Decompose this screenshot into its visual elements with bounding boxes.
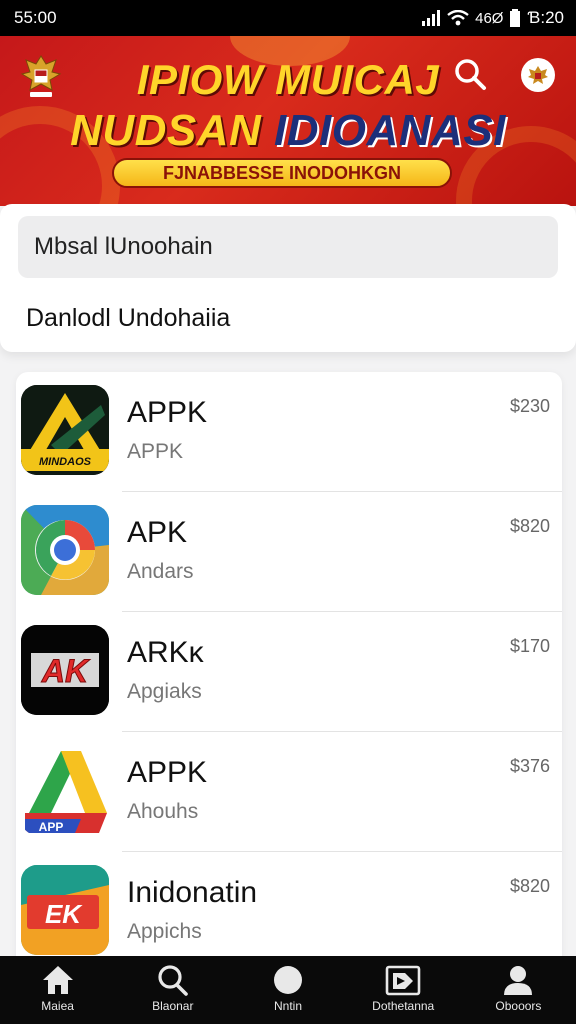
chrome-like-logo-icon	[21, 505, 109, 595]
app-icon-label: APP	[39, 820, 64, 834]
nav-item-home[interactable]: Maiea	[0, 956, 115, 1024]
garuda-badge-icon	[528, 66, 548, 84]
app-subtitle: APPK	[127, 440, 184, 463]
nav-item-center[interactable]: Nntin	[230, 956, 345, 1024]
status-time: 55:00	[14, 8, 57, 27]
app-icon-label: MINDAOS	[39, 456, 92, 468]
app-price: $230	[509, 396, 550, 416]
app-name: APPK	[127, 396, 208, 429]
app-list: MINDAOS APPK APPK $230 APK Andars $820 A…	[16, 372, 562, 962]
status-icons: 46Ø Ɓ:20	[421, 8, 564, 28]
nav-label: Obooors	[495, 999, 542, 1013]
folder-icon	[385, 965, 421, 996]
nav-label: Maiea	[41, 999, 74, 1013]
app-subtitle: Appichs	[127, 920, 202, 943]
search-suggestion[interactable]: Danlodl Undohaiia	[26, 304, 230, 333]
banner-title-part1: NUDSAN	[70, 106, 275, 155]
search-card: Danlodl Undohaiia	[0, 204, 576, 352]
battery-icon	[510, 9, 521, 27]
profile-avatar-button[interactable]	[521, 58, 555, 92]
app-subtitle: Apgiaks	[127, 680, 202, 703]
list-item[interactable]: EK Inidonatin Appichs $820	[16, 852, 562, 962]
list-item[interactable]: AK ARKĸ Apgiaks $170	[16, 612, 562, 732]
nav-item-downloads[interactable]: Dothetanna	[346, 956, 461, 1024]
status-bar: 55:00 46Ø Ɓ:20	[0, 0, 576, 36]
yellow-a-logo-icon: MINDAOS	[21, 385, 109, 475]
nav-label: Blaonar	[152, 999, 194, 1013]
status-clock: Ɓ:20	[527, 8, 564, 27]
home-icon	[42, 966, 73, 994]
header-search-button[interactable]	[452, 56, 488, 92]
colorful-triangle-logo-icon: APP	[21, 745, 109, 835]
profile-icon	[504, 966, 533, 995]
search-icon	[455, 59, 486, 90]
ak-logo-icon: AK	[21, 625, 109, 715]
circle-icon	[274, 966, 302, 994]
nav-item-profile[interactable]: Obooors	[461, 956, 576, 1024]
nav-label: Nntin	[274, 999, 303, 1013]
nav-item-search[interactable]: Blaonar	[115, 956, 230, 1024]
banner-title-part2: IDIOANASI	[274, 106, 506, 155]
app-subtitle: Andars	[127, 560, 194, 583]
hero-banner: IPIOW MUICAJ NUDSAN IDIOANASI FJNABBESSE…	[0, 36, 576, 206]
ek-logo-icon: EK	[21, 865, 109, 955]
bottom-nav: Maiea Blaonar Nntin Dothetanna Obooors	[0, 956, 576, 1024]
app-icon-label: AK	[41, 653, 91, 689]
app-subtitle: Ahouhs	[127, 800, 199, 823]
app-price: $170	[509, 636, 550, 656]
search-input[interactable]	[18, 216, 558, 278]
network-type: 46Ø	[475, 9, 504, 27]
nav-label: Dothetanna	[372, 999, 435, 1013]
app-price: $376	[509, 756, 550, 776]
search-icon	[158, 965, 188, 996]
app-name: Inidonatin	[127, 876, 258, 909]
list-item[interactable]: APP APPK Ahouhs $376	[16, 732, 562, 852]
signal-icon	[422, 10, 441, 26]
list-item[interactable]: MINDAOS APPK APPK $230	[16, 372, 562, 492]
banner-title-line1: IPIOW MUICAJ	[136, 56, 440, 103]
app-name: APK	[127, 516, 188, 549]
banner-ribbon: FJNABBESSE INODOHKGN	[112, 158, 452, 188]
wifi-icon	[447, 10, 469, 26]
app-price: $820	[509, 516, 550, 536]
app-price: $820	[509, 876, 550, 896]
app-name: ARKĸ	[127, 636, 204, 669]
banner-title-line2: NUDSAN IDIOANASI	[0, 106, 576, 156]
app-icon-label: EK	[45, 899, 83, 929]
app-name: APPK	[127, 756, 208, 789]
list-item[interactable]: APK Andars $820	[16, 492, 562, 612]
